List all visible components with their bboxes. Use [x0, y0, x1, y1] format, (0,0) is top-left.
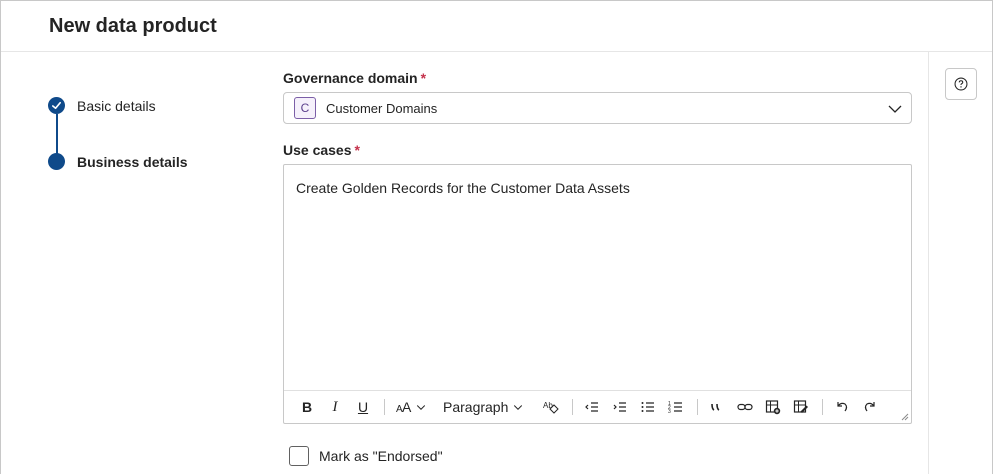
- toolbar-separator: [822, 399, 824, 415]
- use-cases-label: Use cases *: [283, 142, 360, 158]
- toolbar-separator: [384, 399, 385, 415]
- step-basic-details[interactable]: Basic details: [48, 97, 156, 114]
- paragraph-label: Paragraph: [443, 399, 509, 415]
- bold-button[interactable]: B: [296, 395, 318, 419]
- required-mark: *: [420, 70, 427, 86]
- page-header: New data product: [1, 1, 992, 52]
- governance-domain-value: Customer Domains: [326, 100, 438, 116]
- numbered-list-icon: 123: [668, 401, 683, 415]
- clear-formatting-icon: Ab: [543, 401, 560, 414]
- editor-toolbar: B I U AA Paragraph Ab 123: [284, 390, 911, 423]
- chevron-down-icon: [416, 405, 426, 410]
- edit-table-button[interactable]: [790, 395, 812, 419]
- increase-indent-button[interactable]: [609, 395, 631, 419]
- redo-button[interactable]: [859, 395, 881, 419]
- underline-button[interactable]: U: [352, 395, 374, 419]
- link-button[interactable]: [734, 395, 756, 419]
- bulleted-list-icon: [641, 402, 655, 412]
- font-size-button[interactable]: AA: [393, 395, 429, 419]
- endorsed-label[interactable]: Mark as "Endorsed": [319, 448, 443, 464]
- current-step-icon: [48, 153, 65, 170]
- paragraph-dropdown[interactable]: Paragraph: [443, 395, 524, 419]
- insert-table-icon: [766, 400, 781, 415]
- toolbar-separator: [572, 399, 574, 415]
- use-cases-text[interactable]: Create Golden Records for the Customer D…: [296, 180, 630, 196]
- link-icon: [737, 403, 753, 411]
- stepper-connector: [56, 114, 58, 154]
- right-panel-divider: [928, 52, 929, 474]
- svg-text:3: 3: [668, 409, 671, 415]
- governance-domain-dropdown[interactable]: C Customer Domains: [283, 92, 912, 124]
- endorsed-checkbox[interactable]: [289, 446, 309, 466]
- svg-text:A: A: [402, 399, 412, 415]
- svg-text:Ab: Ab: [543, 401, 553, 410]
- increase-indent-icon: [613, 402, 627, 412]
- undo-icon: [837, 402, 848, 412]
- help-icon: [954, 77, 968, 91]
- edit-table-icon: [794, 400, 809, 413]
- label-text: Use cases: [283, 142, 352, 158]
- step-business-details[interactable]: Business details: [48, 153, 188, 170]
- step-label: Basic details: [77, 97, 156, 114]
- redo-icon: [865, 402, 875, 412]
- font-size-icon: AA: [396, 399, 412, 415]
- numbered-list-button[interactable]: 123: [665, 395, 687, 419]
- governance-domain-label: Governance domain *: [283, 70, 426, 86]
- help-button[interactable]: [945, 68, 977, 100]
- undo-button[interactable]: [831, 395, 853, 419]
- decrease-indent-icon: [585, 402, 599, 412]
- required-mark: *: [354, 142, 360, 158]
- chevron-down-icon: [888, 105, 902, 113]
- resize-handle-icon[interactable]: [901, 413, 909, 421]
- clear-formatting-button[interactable]: Ab: [540, 395, 562, 419]
- italic-button[interactable]: I: [324, 395, 346, 419]
- decrease-indent-button[interactable]: [581, 395, 603, 419]
- domain-avatar: C: [294, 97, 316, 119]
- quote-button[interactable]: [706, 395, 728, 419]
- page-title: New data product: [49, 15, 217, 37]
- insert-table-button[interactable]: [762, 395, 784, 419]
- checkmark-icon: [48, 97, 65, 114]
- label-text: Governance domain: [283, 70, 418, 86]
- use-cases-editor[interactable]: Create Golden Records for the Customer D…: [283, 164, 912, 424]
- bulleted-list-button[interactable]: [637, 395, 659, 419]
- toolbar-separator: [697, 399, 699, 415]
- step-label: Business details: [77, 153, 188, 170]
- quote-icon: [711, 403, 720, 411]
- chevron-down-icon: [514, 405, 523, 410]
